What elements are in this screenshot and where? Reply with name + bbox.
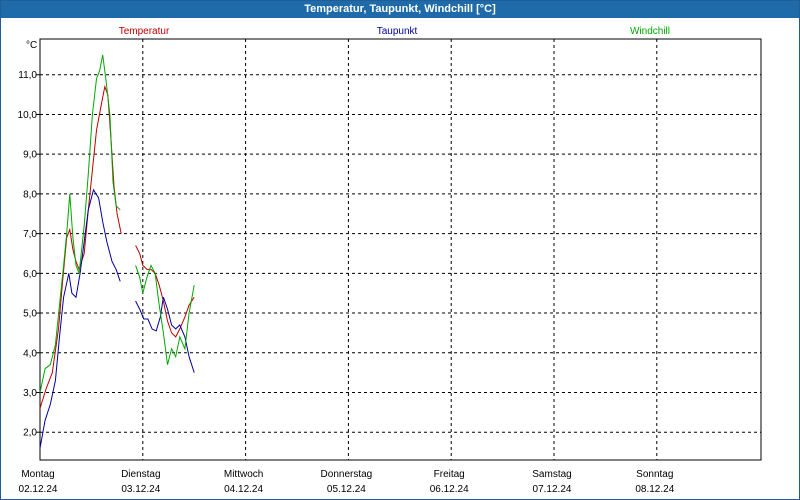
x-tick-label-date: 04.12.24 (224, 484, 263, 495)
y-tick-label: 10,0 (18, 110, 38, 121)
x-tick-label-date: 03.12.24 (121, 484, 160, 495)
x-tick-label-date: 06.12.24 (430, 484, 469, 495)
y-tick-label: 5,0 (23, 309, 37, 320)
y-tick-label: 9,0 (23, 150, 37, 161)
legend-entry-windchill: Windchill (630, 26, 670, 37)
y-tick-label: 4,0 (23, 348, 37, 359)
grid-layer (40, 39, 761, 460)
legend-entry-taupunkt: Taupunkt (377, 26, 418, 37)
x-tick-label-date: 07.12.24 (533, 484, 572, 495)
x-tick-label-date: 02.12.24 (19, 484, 58, 495)
x-tick-label-day: Sonntag (636, 469, 673, 480)
y-tick-label: 8,0 (23, 189, 37, 200)
label-layer: 2,0 3,0 4,0 5,0 6,0 7,0 8,0 9,0 10,0 11,0 Montag 02… (18, 26, 675, 495)
y-tick-label: 6,0 (23, 269, 37, 280)
plot-area-border (39, 38, 762, 461)
axes-layer (36, 38, 762, 461)
x-tick-label-day: Samstag (532, 469, 571, 480)
x-tick-label-date: 05.12.24 (327, 484, 366, 495)
y-tick-label: 7,0 (23, 229, 37, 240)
chart-canvas: 2,0 3,0 4,0 5,0 6,0 7,0 8,0 9,0 10,0 11,0 Montag 02… (18, 26, 762, 495)
y-axis-unit-label: °C (26, 40, 37, 51)
x-tick-label-day: Dienstag (121, 469, 160, 480)
x-tick-label-day: Freitag (434, 469, 465, 480)
y-tick-label: 11,0 (18, 70, 37, 81)
series-layer (39, 54, 195, 449)
series-line-temperatur (39, 84, 122, 409)
x-tick-label-day: Montag (21, 469, 54, 480)
series-line-taupunkt (39, 188, 121, 449)
series-line-temperatur (135, 245, 195, 338)
x-tick-label-day: Donnerstag (321, 469, 373, 480)
y-tick-label: 3,0 (23, 388, 37, 399)
x-tick-label-day: Mittwoch (224, 469, 263, 480)
y-tick-label: 2,0 (23, 428, 37, 439)
legend-entry-temperatur: Temperatur (119, 26, 170, 37)
x-tick-label-date: 08.12.24 (635, 484, 674, 495)
